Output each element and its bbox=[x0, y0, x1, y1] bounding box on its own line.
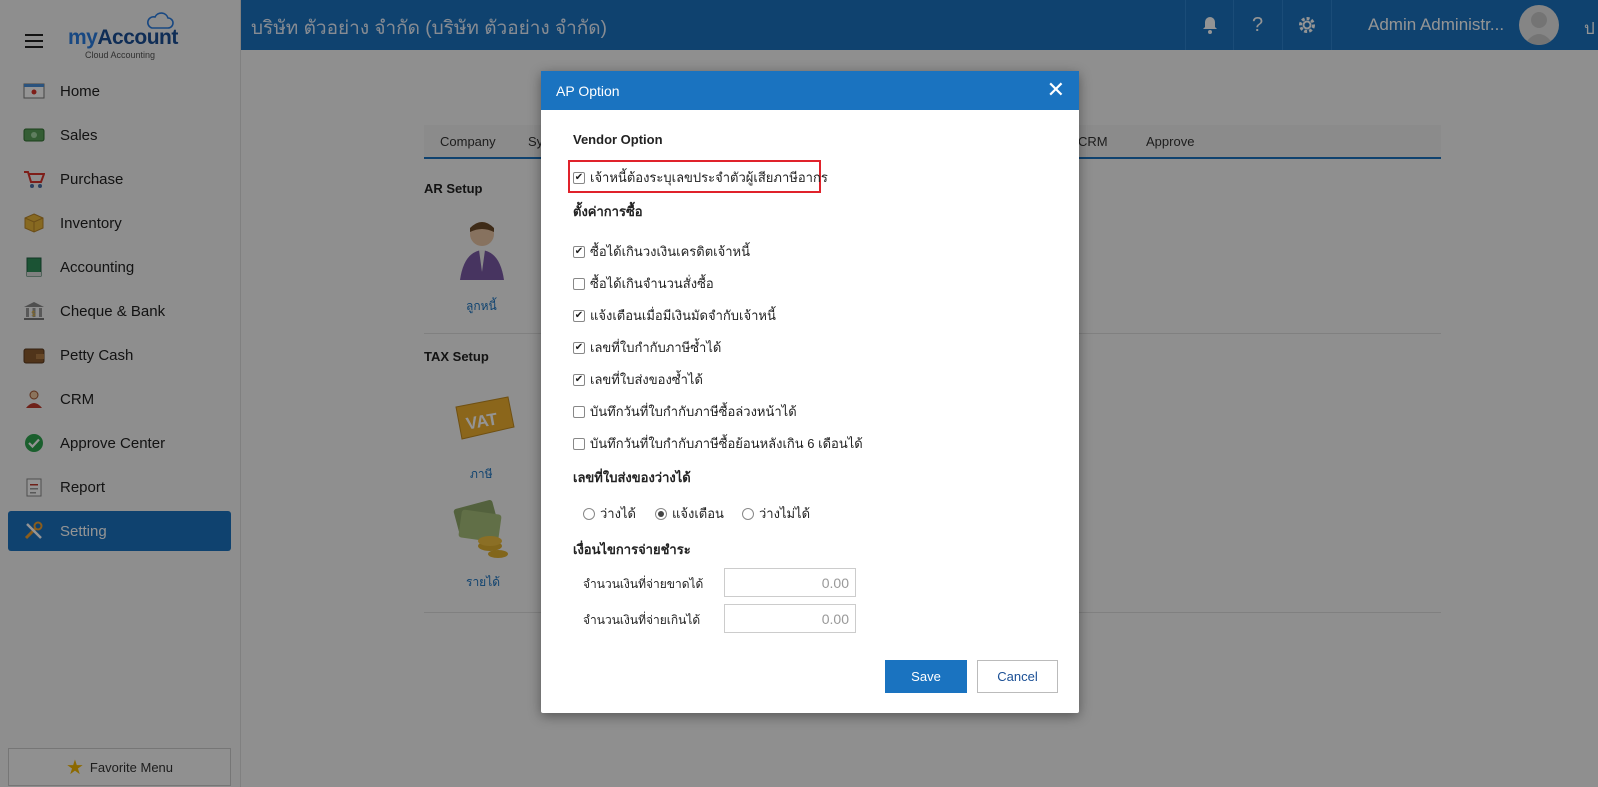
option-future-tax-date[interactable]: บันทึกวันที่ใบกำกับภาษีซื้อล่วงหน้าได้ bbox=[573, 401, 797, 422]
option-duplicate-tax-invoice[interactable]: ✔ เลขที่ใบกำกับภาษีซ้ำได้ bbox=[573, 337, 721, 358]
purchase-settings-title: ตั้งค่าการซื้อ bbox=[573, 204, 643, 219]
overpay-label: จำนวนเงินที่จ่ายเกินได้ bbox=[583, 613, 701, 627]
radio-button[interactable] bbox=[655, 507, 667, 520]
checkbox-unchecked[interactable] bbox=[573, 437, 585, 450]
radio-label: ว่างได้ bbox=[600, 506, 636, 521]
radio-not-blank[interactable]: ว่างไม่ได้ bbox=[742, 503, 810, 524]
option-deposit-alert[interactable]: ✔ แจ้งเตือนเมื่อมีเงินมัดจำกับเจ้าหนี้ bbox=[573, 305, 776, 326]
checkbox-checked[interactable]: ✔ bbox=[573, 309, 585, 322]
checkbox-checked[interactable]: ✔ bbox=[573, 171, 585, 184]
checkbox-checked[interactable]: ✔ bbox=[573, 245, 585, 258]
checkbox-label: ซื้อได้เกินจำนวนสั่งซื้อ bbox=[590, 276, 714, 291]
checkbox-label: เลขที่ใบกำกับภาษีซ้ำได้ bbox=[590, 340, 722, 355]
checkbox-label: เจ้าหนี้ต้องระบุเลขประจำตัวผู้เสียภาษีอา… bbox=[590, 170, 828, 185]
checkbox-unchecked[interactable] bbox=[573, 405, 585, 418]
checkbox-checked[interactable]: ✔ bbox=[573, 341, 585, 354]
underpay-input[interactable] bbox=[724, 568, 856, 597]
overpay-input[interactable] bbox=[724, 604, 856, 633]
payment-terms-title: เงื่อนไขการจ่ายชำระ bbox=[573, 542, 691, 557]
checkbox-checked[interactable]: ✔ bbox=[573, 373, 585, 386]
dialog-header: AP Option ✕ bbox=[541, 71, 1079, 110]
checkbox-label: เลขที่ใบส่งของซ้ำได้ bbox=[590, 372, 703, 387]
option-exceed-order-qty[interactable]: ซื้อได้เกินจำนวนสั่งซื้อ bbox=[573, 273, 714, 294]
dialog-title: AP Option bbox=[556, 83, 620, 99]
checkbox-label: บันทึกวันที่ใบกำกับภาษีซื้อย้อนหลังเกิน … bbox=[590, 436, 863, 451]
radio-allow-blank[interactable]: ว่างได้ bbox=[583, 503, 636, 524]
radio-label: แจ้งเตือน bbox=[672, 506, 724, 521]
radio-label: ว่างไม่ได้ bbox=[759, 506, 811, 521]
checkbox-label: ซื้อได้เกินวงเงินเครดิตเจ้าหนี้ bbox=[590, 244, 750, 259]
blank-delivery-title: เลขที่ใบส่งของว่างได้ bbox=[573, 470, 691, 485]
radio-button[interactable] bbox=[742, 507, 754, 520]
radio-button[interactable] bbox=[583, 507, 595, 520]
checkbox-unchecked[interactable] bbox=[573, 277, 585, 290]
radio-warn[interactable]: แจ้งเตือน bbox=[655, 503, 724, 524]
save-button[interactable]: Save bbox=[885, 660, 967, 693]
option-duplicate-delivery[interactable]: ✔ เลขที่ใบส่งของซ้ำได้ bbox=[573, 369, 703, 390]
checkbox-label: แจ้งเตือนเมื่อมีเงินมัดจำกับเจ้าหนี้ bbox=[590, 308, 776, 323]
underpay-label: จำนวนเงินที่จ่ายขาดได้ bbox=[583, 577, 704, 591]
vendor-tax-id-checkbox[interactable]: ✔ เจ้าหนี้ต้องระบุเลขประจำตัวผู้เสียภาษี… bbox=[573, 167, 828, 188]
option-exceed-credit[interactable]: ✔ ซื้อได้เกินวงเงินเครดิตเจ้าหนี้ bbox=[573, 241, 750, 262]
option-backdate-tax[interactable]: บันทึกวันที่ใบกำกับภาษีซื้อย้อนหลังเกิน … bbox=[573, 433, 863, 454]
checkbox-label: บันทึกวันที่ใบกำกับภาษีซื้อล่วงหน้าได้ bbox=[590, 404, 797, 419]
cancel-button[interactable]: Cancel bbox=[977, 660, 1058, 693]
close-icon[interactable]: ✕ bbox=[1047, 79, 1065, 101]
vendor-option-title: Vendor Option bbox=[573, 132, 663, 147]
ap-option-dialog: AP Option ✕ Vendor Option ✔ เจ้าหนี้ต้อง… bbox=[541, 71, 1079, 713]
